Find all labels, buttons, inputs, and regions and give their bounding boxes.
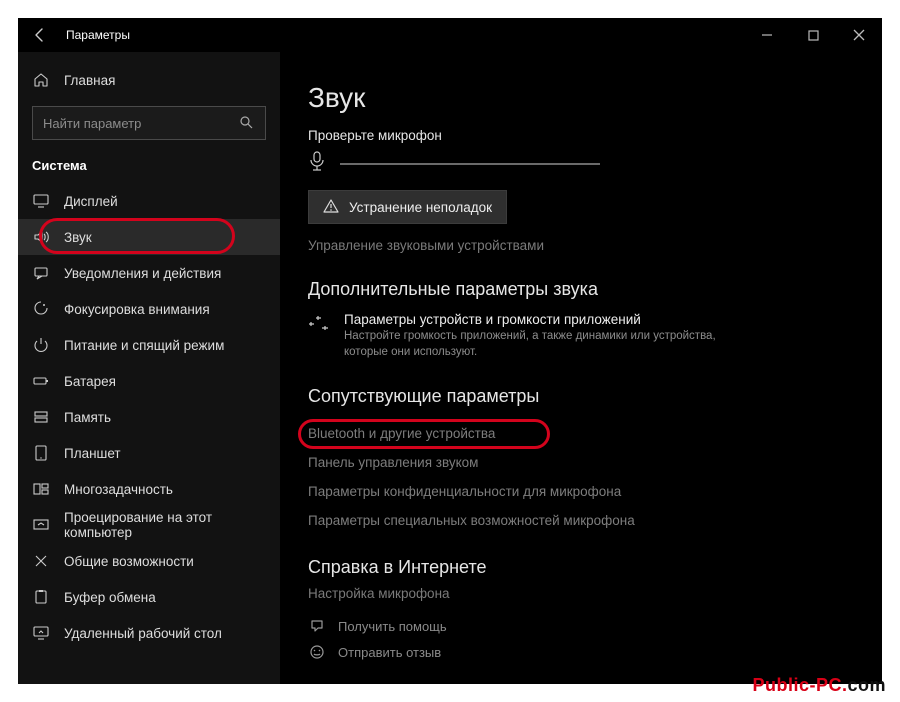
sidebar-item-label: Проецирование на этот компьютер	[64, 510, 266, 540]
sidebar-home-label: Главная	[64, 73, 115, 88]
notifications-icon	[32, 264, 50, 282]
sidebar-item-label: Уведомления и действия	[64, 266, 221, 281]
sidebar-item-5[interactable]: Батарея	[18, 363, 280, 399]
sidebar-item-label: Дисплей	[64, 194, 118, 209]
remote-desktop-icon	[32, 624, 50, 642]
sidebar-item-label: Батарея	[64, 374, 116, 389]
close-button[interactable]	[836, 18, 882, 52]
sidebar: Главная Найти параметр Система Дисплей Зв…	[18, 52, 280, 684]
sidebar-section-label: Система	[18, 146, 280, 181]
window-title: Параметры	[62, 28, 130, 42]
app-volume-link[interactable]: Параметры устройств и громкости приложен…	[308, 312, 854, 360]
manage-sound-devices-link[interactable]: Управление звуковыми устройствами	[308, 238, 854, 253]
get-help-label: Получить помощь	[338, 619, 447, 634]
watermark: Public-PC.com	[752, 675, 886, 696]
check-mic-label: Проверьте микрофон	[308, 128, 854, 143]
page-title: Звук	[308, 82, 854, 114]
sidebar-item-6[interactable]: Память	[18, 399, 280, 435]
back-button[interactable]	[18, 18, 62, 52]
related-link-mic-privacy[interactable]: Параметры конфиденциальности для микрофо…	[308, 477, 854, 506]
search-input[interactable]: Найти параметр	[32, 106, 266, 140]
sidebar-item-2[interactable]: Уведомления и действия	[18, 255, 280, 291]
shared-experiences-icon	[32, 552, 50, 570]
web-help-heading: Справка в Интернете	[308, 557, 854, 578]
settings-window: Параметры Главная	[18, 18, 882, 684]
web-help-link[interactable]: Настройка микрофона	[308, 586, 854, 601]
battery-icon	[32, 372, 50, 390]
sidebar-item-label: Буфер обмена	[64, 590, 156, 605]
give-feedback-link[interactable]: Отправить отзыв	[308, 639, 854, 665]
advanced-sound-heading: Дополнительные параметры звука	[308, 279, 854, 300]
sidebar-item-label: Многозадачность	[64, 482, 173, 497]
focus-assist-icon	[32, 300, 50, 318]
sidebar-item-7[interactable]: Планшет	[18, 435, 280, 471]
related-link-sound-panel[interactable]: Панель управления звуком	[308, 448, 854, 477]
clipboard-icon	[32, 588, 50, 606]
minimize-icon	[761, 29, 773, 41]
projecting-icon	[32, 516, 50, 534]
microphone-icon	[308, 151, 326, 176]
sidebar-item-0[interactable]: Дисплей	[18, 183, 280, 219]
sidebar-item-label: Общие возможности	[64, 554, 194, 569]
maximize-button[interactable]	[790, 18, 836, 52]
sidebar-item-label: Удаленный рабочий стол	[64, 626, 222, 641]
mic-level-meter	[340, 163, 600, 165]
app-volume-desc: Настройте громкость приложений, а также …	[344, 329, 724, 360]
sidebar-item-label: Питание и спящий режим	[64, 338, 224, 353]
home-icon	[32, 71, 50, 89]
sidebar-item-11[interactable]: Буфер обмена	[18, 579, 280, 615]
titlebar: Параметры	[18, 18, 882, 52]
arrow-left-icon	[32, 27, 48, 43]
related-link-bluetooth[interactable]: Bluetooth и другие устройства	[308, 419, 854, 448]
sidebar-home[interactable]: Главная	[18, 62, 280, 98]
search-placeholder: Найти параметр	[43, 116, 239, 131]
multitasking-icon	[32, 480, 50, 498]
get-help-link[interactable]: Получить помощь	[308, 613, 854, 639]
power-icon	[32, 336, 50, 354]
search-icon	[239, 115, 255, 132]
troubleshoot-label: Устранение неполадок	[349, 200, 492, 215]
related-link-mic-ease[interactable]: Параметры специальных возможностей микро…	[308, 506, 854, 535]
volume-mixer-icon	[308, 314, 330, 339]
tablet-icon	[32, 444, 50, 462]
give-feedback-label: Отправить отзыв	[338, 645, 441, 660]
minimize-button[interactable]	[744, 18, 790, 52]
related-settings-heading: Сопутствующие параметры	[308, 386, 854, 407]
app-volume-title: Параметры устройств и громкости приложен…	[344, 312, 724, 327]
display-icon	[32, 192, 50, 210]
storage-icon	[32, 408, 50, 426]
sidebar-item-label: Память	[64, 410, 111, 425]
sidebar-item-label: Планшет	[64, 446, 121, 461]
close-icon	[853, 29, 865, 41]
main-content: Звук Проверьте микрофон Устранение непол…	[280, 52, 882, 684]
feedback-icon	[308, 643, 326, 661]
sidebar-item-12[interactable]: Удаленный рабочий стол	[18, 615, 280, 651]
sidebar-item-10[interactable]: Общие возможности	[18, 543, 280, 579]
sidebar-item-label: Фокусировка внимания	[64, 302, 210, 317]
sidebar-item-9[interactable]: Проецирование на этот компьютер	[18, 507, 280, 543]
sidebar-item-3[interactable]: Фокусировка внимания	[18, 291, 280, 327]
maximize-icon	[808, 30, 819, 41]
get-help-icon	[308, 617, 326, 635]
sidebar-nav-list: Дисплей Звук Уведомления и действия Фокусир…	[18, 183, 280, 651]
sidebar-item-1[interactable]: Звук	[18, 219, 280, 255]
sidebar-item-label: Звук	[64, 230, 92, 245]
sidebar-item-8[interactable]: Многозадачность	[18, 471, 280, 507]
troubleshoot-button[interactable]: Устранение неполадок	[308, 190, 507, 224]
sidebar-item-4[interactable]: Питание и спящий режим	[18, 327, 280, 363]
mic-test-row	[308, 151, 854, 176]
warning-icon	[323, 198, 339, 217]
sound-icon	[32, 228, 50, 246]
